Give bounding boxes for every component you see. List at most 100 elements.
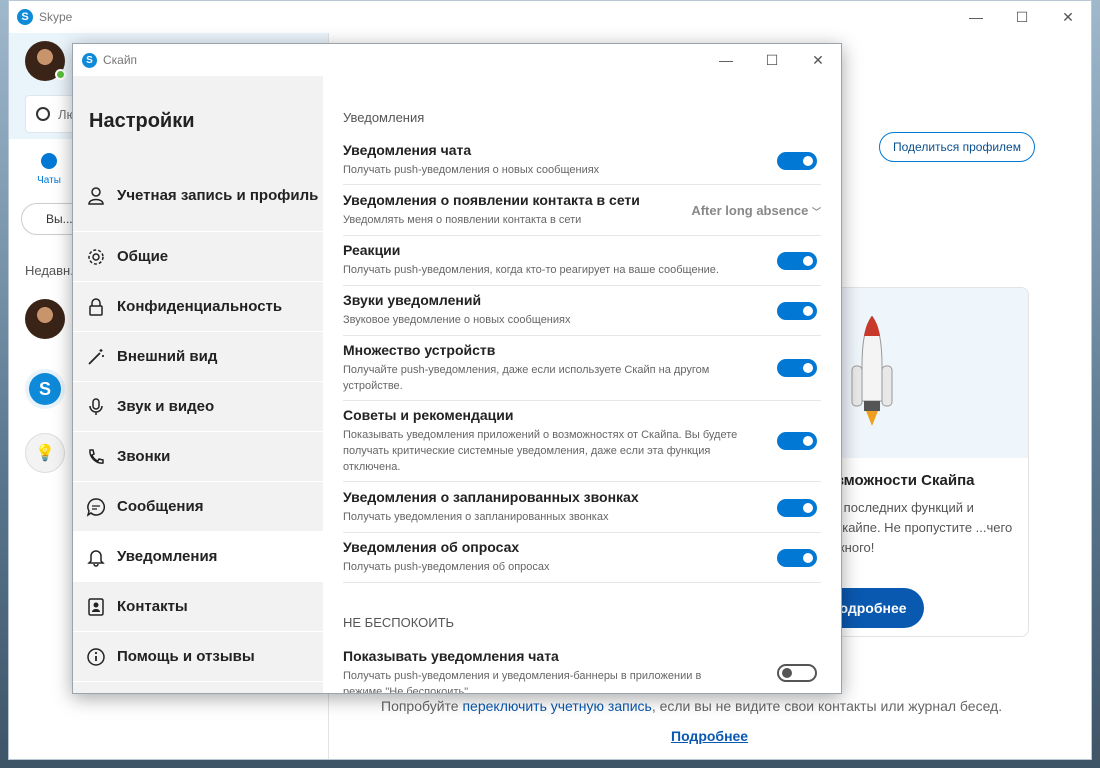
polls-toggle[interactable] bbox=[777, 549, 817, 567]
bell-icon bbox=[85, 546, 107, 568]
setting-row: Реакции Получать push-уведомления, когда… bbox=[343, 242, 821, 286]
nav-label: Уведомления bbox=[117, 547, 218, 565]
nav-item-privacy[interactable]: Конфиденциальность bbox=[73, 282, 323, 332]
avatar[interactable] bbox=[25, 41, 66, 81]
nav-label: Сообщения bbox=[117, 497, 204, 515]
promo-description: ...е последних функций и ...Скайпе. Не п… bbox=[822, 500, 1013, 555]
share-profile-button[interactable]: Поделиться профилем bbox=[879, 132, 1035, 162]
tab-chats-label: Чаты bbox=[37, 175, 61, 186]
minimize-icon[interactable]: — bbox=[953, 1, 999, 33]
nav-label: Звук и видео bbox=[117, 397, 215, 415]
nav-item-calls[interactable]: Звонки bbox=[73, 432, 323, 482]
nav-item-general[interactable]: Общие bbox=[73, 232, 323, 282]
promo-image bbox=[810, 288, 1028, 458]
phone-icon bbox=[85, 446, 107, 468]
dropdown-value: After long absence bbox=[691, 203, 809, 218]
close-icon[interactable]: ✕ bbox=[795, 44, 841, 76]
skype-contact-avatar[interactable]: S bbox=[25, 369, 65, 409]
nav-label: Помощь и отзывы bbox=[117, 647, 255, 665]
recent-contact-avatar[interactable] bbox=[25, 299, 65, 339]
scheduled-calls-toggle[interactable] bbox=[777, 499, 817, 517]
video-call-label: Вы... bbox=[46, 212, 73, 226]
dnd-chat-notifications-toggle[interactable] bbox=[777, 664, 817, 682]
maximize-icon[interactable]: ☐ bbox=[999, 1, 1045, 33]
person-icon bbox=[85, 185, 107, 207]
setting-title: Показывать уведомления чата bbox=[343, 648, 559, 664]
setting-description: Уведомлять меня о появлении контакта в с… bbox=[343, 214, 582, 226]
info-icon bbox=[85, 646, 107, 668]
skype-logo-icon: S bbox=[17, 9, 33, 25]
nav-item-audio-video[interactable]: Звук и видео bbox=[73, 382, 323, 432]
chat-icon bbox=[85, 496, 107, 518]
skype-logo-icon: S bbox=[29, 373, 61, 405]
setting-title: Уведомления чата bbox=[343, 142, 472, 158]
online-status-icon bbox=[55, 69, 66, 80]
setting-row: Уведомления о запланированных звонках По… bbox=[343, 489, 821, 533]
chat-notifications-toggle[interactable] bbox=[777, 152, 817, 170]
skype-logo-icon: S bbox=[82, 52, 97, 68]
close-icon[interactable]: ✕ bbox=[1045, 1, 1091, 33]
hint-text-post: , если вы не видите свои контакты или жу… bbox=[651, 698, 1003, 714]
setting-row: Показывать уведомления чата Получать pus… bbox=[343, 648, 821, 693]
lock-icon bbox=[85, 296, 107, 318]
hint-text-pre: Попробуйте bbox=[381, 698, 463, 714]
multiple-devices-toggle[interactable] bbox=[777, 359, 817, 377]
notification-sounds-toggle[interactable] bbox=[777, 302, 817, 320]
setting-row: Уведомления об опросах Получать push-уве… bbox=[343, 539, 821, 583]
switch-account-hint: Попробуйте переключить учетную запись, е… bbox=[381, 698, 1002, 714]
minimize-icon[interactable]: — bbox=[703, 44, 749, 76]
setting-title: Уведомления о запланированных звонках bbox=[343, 489, 639, 505]
setting-title: Реакции bbox=[343, 242, 401, 258]
promo-card: ...зможности Скайпа ...е последних функц… bbox=[809, 287, 1029, 637]
contact-online-dropdown[interactable]: After long absence ﹀ bbox=[691, 203, 821, 218]
nav-item-messages[interactable]: Сообщения bbox=[73, 482, 323, 532]
setting-description: Получать уведомления о запланированных з… bbox=[343, 511, 609, 523]
more-info-link[interactable]: Подробнее bbox=[671, 728, 748, 744]
nav-item-appearance[interactable]: Внешний вид bbox=[73, 332, 323, 382]
main-window-title: Skype bbox=[39, 10, 73, 24]
nav-item-help[interactable]: Помощь и отзывы bbox=[73, 632, 323, 682]
reactions-toggle[interactable] bbox=[777, 252, 817, 270]
setting-description: Получать push-уведомления об опросах bbox=[343, 561, 550, 573]
bot-contact-avatar[interactable]: 💡 bbox=[25, 433, 65, 473]
switch-account-link[interactable]: переключить учетную запись bbox=[462, 698, 651, 714]
magic-wand-icon bbox=[85, 346, 107, 368]
nav-label: Учетная запись и профиль bbox=[117, 186, 319, 204]
setting-description: Звуковое уведомление о новых сообщениях bbox=[343, 314, 571, 326]
gear-icon bbox=[85, 246, 107, 268]
setting-title: Звуки уведомлений bbox=[343, 292, 482, 308]
promo-title: ...зможности Скайпа bbox=[824, 472, 975, 489]
settings-heading: Настройки bbox=[89, 110, 195, 132]
rocket-icon bbox=[851, 316, 893, 426]
nav-label: Внешний вид bbox=[117, 347, 218, 365]
setting-title: Множество устройств bbox=[343, 342, 496, 358]
setting-row: Множество устройств Получайте push-уведо… bbox=[343, 342, 821, 401]
setting-title: Уведомления об опросах bbox=[343, 539, 520, 555]
chat-bubble-icon bbox=[41, 153, 57, 169]
dialog-title: Скайп bbox=[103, 53, 138, 67]
settings-sidebar: Настройки Учетная запись и профиль Общие… bbox=[73, 76, 323, 693]
settings-dialog: S Скайп — ☐ ✕ Настройки Учетная запись и… bbox=[72, 43, 842, 694]
microphone-icon bbox=[85, 396, 107, 418]
setting-row: Советы и рекомендации Показывать уведомл… bbox=[343, 407, 821, 482]
setting-title: Советы и рекомендации bbox=[343, 407, 514, 423]
nav-label: Общие bbox=[117, 247, 169, 265]
section-dnd-title: НЕ БЕСПОКОИТЬ bbox=[343, 615, 455, 630]
maximize-icon[interactable]: ☐ bbox=[749, 44, 795, 76]
tab-chats[interactable]: Чаты bbox=[27, 153, 71, 186]
tips-toggle[interactable] bbox=[777, 432, 817, 450]
nav-item-contacts[interactable]: Контакты bbox=[73, 582, 323, 632]
nav-label: Конфиденциальность bbox=[117, 297, 283, 315]
nav-label: Контакты bbox=[117, 597, 188, 615]
contacts-icon bbox=[85, 596, 107, 618]
section-notifications-title: Уведомления bbox=[343, 110, 425, 125]
nav-item-notifications[interactable]: Уведомления bbox=[73, 532, 323, 582]
nav-label: Звонки bbox=[117, 447, 171, 465]
setting-description: Получайте push-уведомления, даже если ис… bbox=[343, 364, 710, 392]
setting-row: Уведомления о появлении контакта в сети … bbox=[343, 192, 821, 236]
search-icon bbox=[36, 107, 50, 121]
nav-item-account[interactable]: Учетная запись и профиль bbox=[73, 160, 323, 232]
setting-row: Уведомления чата Получать push-уведомлен… bbox=[343, 142, 821, 185]
chevron-down-icon: ﹀ bbox=[811, 207, 821, 217]
setting-row: Звуки уведомлений Звуковое уведомление о… bbox=[343, 292, 821, 336]
